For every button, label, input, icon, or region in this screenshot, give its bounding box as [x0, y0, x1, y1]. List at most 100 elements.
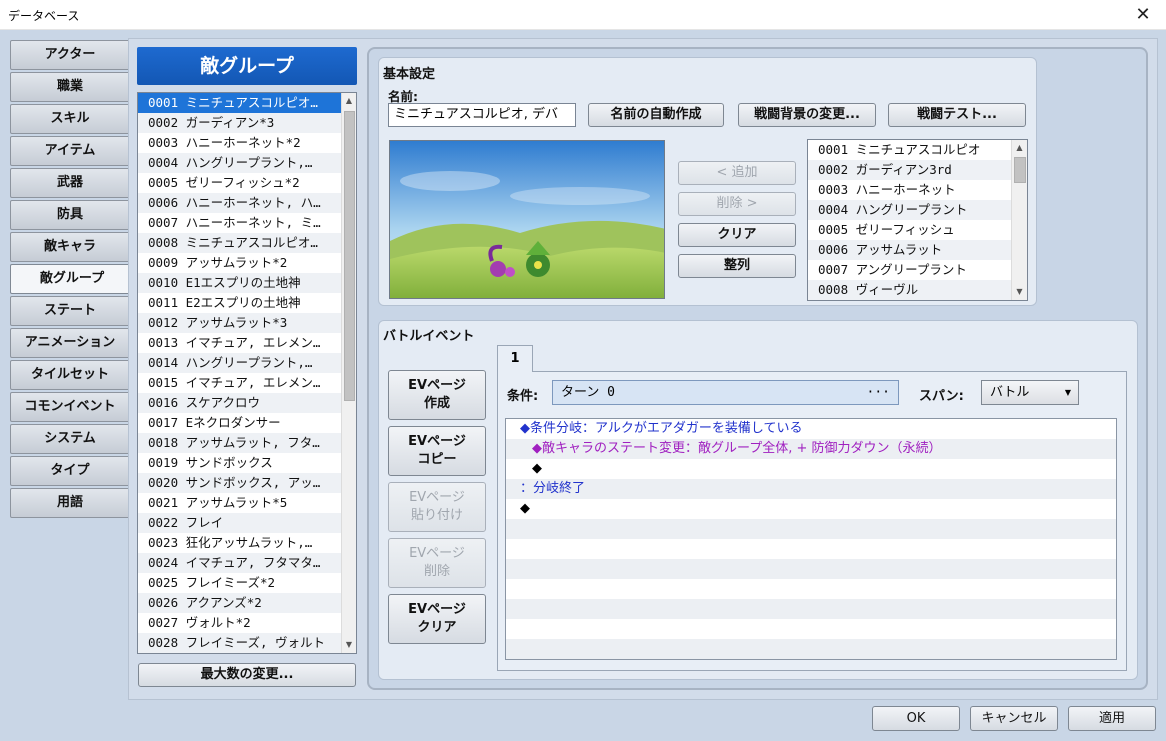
event-command-row[interactable]: ◆条件分岐：アルクがエアダガーを装備している — [506, 419, 1116, 439]
remove-enemy-button[interactable]: 削除 > — [678, 192, 796, 216]
clear-enemies-button[interactable]: クリア — [678, 223, 796, 247]
event-command-row[interactable]: ◆敵キャラのステート変更：敵グループ全体, + 防御力ダウン（永続） — [506, 439, 1116, 459]
troop-list-item[interactable]: 0011 E2エスプリの土地神 — [138, 293, 341, 313]
auto-name-button[interactable]: 名前の自動作成 — [588, 103, 724, 127]
sidebar-item[interactable]: コモンイベント — [10, 392, 130, 422]
troop-list-item[interactable]: 0014 ハングリープラント,… — [138, 353, 341, 373]
troop-list-item[interactable]: 0002 ガーディアン*3 — [138, 113, 341, 133]
add-enemy-button[interactable]: < 追加 — [678, 161, 796, 185]
enemy-list-item[interactable]: 0001 ミニチュアスコルピオ — [808, 140, 1011, 160]
enemy-list-item[interactable]: 0008 ヴィーヴル — [808, 280, 1011, 300]
troop-list-item[interactable]: 0012 アッサムラット*3 — [138, 313, 341, 333]
sidebar-item[interactable]: 武器 — [10, 168, 130, 198]
event-command-row[interactable] — [506, 559, 1116, 579]
enemy-list-item[interactable]: 0006 アッサムラット — [808, 240, 1011, 260]
event-command-row[interactable] — [506, 599, 1116, 619]
title-bar: データベース ✕ — [0, 0, 1166, 30]
enemy-list-item[interactable]: 0005 ゼリーフィッシュ — [808, 220, 1011, 240]
sidebar-item[interactable]: 防具 — [10, 200, 130, 230]
event-command-row[interactable]: ◆ — [506, 459, 1116, 479]
troop-list-item[interactable]: 0028 フレイミーズ, ヴォルト — [138, 633, 341, 653]
change-background-button[interactable]: 戦闘背景の変更... — [738, 103, 876, 127]
battle-test-button[interactable]: 戦闘テスト... — [888, 103, 1026, 127]
scroll-up-icon[interactable]: ▲ — [1012, 140, 1027, 156]
event-command-row[interactable] — [506, 539, 1116, 559]
troop-list-item[interactable]: 0017 Eネクロダンサー — [138, 413, 341, 433]
scroll-thumb[interactable] — [344, 111, 355, 401]
troop-list-item[interactable]: 0009 アッサムラット*2 — [138, 253, 341, 273]
sidebar-item[interactable]: スキル — [10, 104, 130, 134]
troop-list-item[interactable]: 0021 アッサムラット*5 — [138, 493, 341, 513]
troop-list-item[interactable]: 0013 イマチュア, エレメン… — [138, 333, 341, 353]
scroll-up-icon[interactable]: ▲ — [342, 93, 356, 109]
battle-preview[interactable] — [389, 140, 665, 299]
troop-list-item[interactable]: 0010 E1エスプリの土地神 — [138, 273, 341, 293]
troop-list-scrollbar[interactable]: ▲ ▼ — [341, 93, 356, 653]
troop-list-item[interactable]: 0003 ハニーホーネット*2 — [138, 133, 341, 153]
enemy-list-item[interactable]: 0003 ハニーホーネット — [808, 180, 1011, 200]
tab-page-1[interactable]: 1 — [497, 345, 533, 372]
sidebar-item[interactable]: 敵グループ — [10, 264, 134, 294]
troop-list-item[interactable]: 0001 ミニチュアスコルピオ… — [138, 93, 341, 113]
scroll-thumb[interactable] — [1014, 157, 1026, 183]
troop-list-item[interactable]: 0020 サンドボックス, アッ… — [138, 473, 341, 493]
troop-list-item[interactable]: 0027 ヴォルト*2 — [138, 613, 341, 633]
scroll-down-icon[interactable]: ▼ — [1012, 284, 1027, 300]
sidebar-item[interactable]: システム — [10, 424, 130, 454]
event-command-row[interactable] — [506, 619, 1116, 639]
troop-list-item[interactable]: 0025 フレイミーズ*2 — [138, 573, 341, 593]
troop-list-item[interactable]: 0023 狂化アッサムラット,… — [138, 533, 341, 553]
condition-field[interactable]: ターン 0 ··· — [552, 380, 899, 405]
ev-page-delete-button[interactable]: EVページ 削除 — [388, 538, 486, 588]
enemy-list-item[interactable]: 0002 ガーディアン3rd — [808, 160, 1011, 180]
event-command-row[interactable] — [506, 639, 1116, 659]
event-command-row[interactable] — [506, 519, 1116, 539]
sidebar-item[interactable]: 職業 — [10, 72, 130, 102]
troop-list[interactable]: 0001 ミニチュアスコルピオ… 0002 ガーディアン*3 0003 ハニーホーネ… — [137, 92, 357, 654]
ev-page-copy-button[interactable]: EVページ コピー — [388, 426, 486, 476]
event-command-text: ◆ — [520, 501, 530, 516]
event-command-list[interactable]: ◆条件分岐：アルクがエアダガーを装備している ◆敵キャラのステート変更：敵グループ… — [505, 418, 1117, 660]
sidebar-item[interactable]: アニメーション — [10, 328, 130, 358]
max-count-button[interactable]: 最大数の変更... — [138, 663, 356, 687]
troop-list-item[interactable]: 0007 ハニーホーネット, ミ… — [138, 213, 341, 233]
ev-page-paste-button[interactable]: EVページ 貼り付け — [388, 482, 486, 532]
enemy-list-item[interactable]: 0004 ハングリープラント — [808, 200, 1011, 220]
troop-list-item[interactable]: 0026 アクアンズ*2 — [138, 593, 341, 613]
enemy-list[interactable]: 0001 ミニチュアスコルピオ 0002 ガーディアン3rd 0003 ハニーホーネ… — [807, 139, 1028, 301]
sidebar-item[interactable]: タイプ — [10, 456, 130, 486]
event-command-row[interactable] — [506, 579, 1116, 599]
troop-list-item[interactable]: 0004 ハングリープラント,… — [138, 153, 341, 173]
cancel-button[interactable]: キャンセル — [970, 706, 1058, 731]
sidebar-item[interactable]: 敵キャラ — [10, 232, 130, 262]
event-command-row[interactable]: ◆ — [506, 499, 1116, 519]
troop-list-item[interactable]: 0015 イマチュア, エレメン… — [138, 373, 341, 393]
troop-list-item[interactable]: 0008 ミニチュアスコルピオ… — [138, 233, 341, 253]
sidebar-item[interactable]: アイテム — [10, 136, 130, 166]
sidebar-item[interactable]: タイルセット — [10, 360, 130, 390]
troop-list-item[interactable]: 0005 ゼリーフィッシュ*2 — [138, 173, 341, 193]
troop-list-item[interactable]: 0018 アッサムラット, フタ… — [138, 433, 341, 453]
ev-page-clear-button[interactable]: EVページ クリア — [388, 594, 486, 644]
scroll-down-icon[interactable]: ▼ — [342, 637, 356, 653]
troop-name-input[interactable]: ミニチュアスコルピオ, デバ — [388, 103, 576, 127]
event-command-row[interactable]: ：分岐終了 — [506, 479, 1116, 499]
troop-list-item[interactable]: 0016 スケアクロウ — [138, 393, 341, 413]
ev-page-create-button[interactable]: EVページ 作成 — [388, 370, 486, 420]
apply-button[interactable]: 適用 — [1068, 706, 1156, 731]
sidebar-item[interactable]: アクター — [10, 40, 130, 70]
troop-list-item[interactable]: 0024 イマチュア, フタマタ… — [138, 553, 341, 573]
span-select[interactable]: バトル ▼ — [981, 380, 1079, 405]
troop-list-item[interactable]: 0022 フレイ — [138, 513, 341, 533]
troop-list-item[interactable]: 0019 サンドボックス — [138, 453, 341, 473]
align-enemies-button[interactable]: 整列 — [678, 254, 796, 278]
sidebar-item[interactable]: ステート — [10, 296, 130, 326]
ok-button[interactable]: OK — [872, 706, 960, 731]
event-command-text: ◆敵キャラのステート変更：敵グループ全体, + 防御力ダウン（永続） — [532, 441, 942, 456]
enemy-list-scrollbar[interactable]: ▲ ▼ — [1011, 140, 1027, 300]
close-icon[interactable]: ✕ — [1120, 0, 1166, 30]
sidebar-item[interactable]: 用語 — [10, 488, 130, 518]
enemy-list-item[interactable]: 0007 アングリープラント — [808, 260, 1011, 280]
troop-list-item[interactable]: 0006 ハニーホーネット, ハ… — [138, 193, 341, 213]
ev-page-clear-label-1: EVページ — [408, 602, 466, 617]
